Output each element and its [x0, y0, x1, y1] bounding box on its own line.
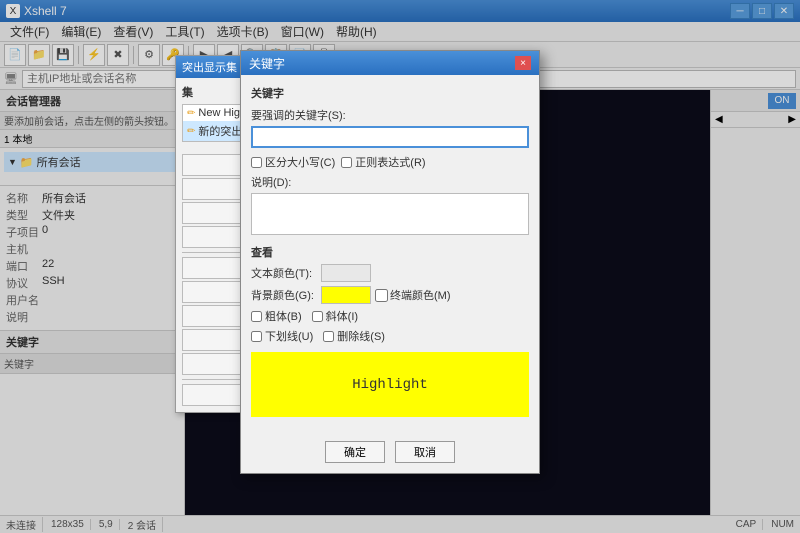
desc-field-label: 说明(D):: [251, 174, 529, 190]
underline-label: 下划线(U): [251, 328, 313, 344]
keyword-field-label: 要强调的关键字(S):: [251, 107, 529, 123]
gradient-label: 终端颜色(M): [375, 287, 451, 303]
text-color-row: 文本颜色(T):: [251, 264, 529, 282]
strikethrough-checkbox[interactable]: [323, 331, 334, 342]
look-section: 查看 文本颜色(T): 背景颜色(G): 终端颜色(M) 粗体(B): [251, 244, 529, 344]
highlight-icon-1: ✏: [187, 108, 195, 119]
dialog-titlebar: 关键字 ×: [241, 51, 539, 75]
checkbox-regex-label: 正则表达式(R): [341, 154, 425, 170]
dialog-ok-button[interactable]: 确定: [325, 441, 385, 463]
style-row-2: 下划线(U) 删除线(S): [251, 328, 529, 344]
strikethrough-label: 删除线(S): [323, 328, 385, 344]
bg-color-row: 背景颜色(G): 终端颜色(M): [251, 286, 529, 304]
style-row-1: 粗体(B) 斜体(I): [251, 308, 529, 324]
bold-checkbox[interactable]: [251, 311, 262, 322]
dialog-close-button[interactable]: ×: [515, 56, 531, 70]
italic-checkbox[interactable]: [312, 311, 323, 322]
bold-label: 粗体(B): [251, 308, 302, 324]
italic-label: 斜体(I): [312, 308, 358, 324]
text-color-box[interactable]: [321, 264, 371, 282]
dialog-footer: 确定 取消: [241, 435, 539, 473]
underline-checkbox[interactable]: [251, 331, 262, 342]
preview-text: Highlight: [352, 377, 428, 393]
look-title: 查看: [251, 244, 529, 260]
dialog-body: 关键字 要强调的关键字(S): 区分大小写(C) 正则表达式(R) 说明(D):…: [241, 75, 539, 435]
bg-color-box[interactable]: [321, 286, 371, 304]
dialog-title-text: 关键字: [249, 55, 285, 72]
keyword-dialog: 关键字 × 关键字 要强调的关键字(S): 区分大小写(C) 正则表达式(R) …: [240, 50, 540, 474]
checkbox-regex[interactable]: [341, 157, 352, 168]
text-color-label: 文本颜色(T):: [251, 265, 321, 281]
gradient-checkbox[interactable]: [375, 289, 388, 302]
highlight-icon-2: ✏: [187, 126, 195, 137]
checkbox-case-label: 区分大小写(C): [251, 154, 335, 170]
dialog-cancel-button[interactable]: 取消: [395, 441, 455, 463]
dialog-section-keyword: 关键字: [251, 85, 529, 101]
checkbox-row-1: 区分大小写(C) 正则表达式(R): [251, 154, 529, 170]
bg-color-label: 背景颜色(G):: [251, 287, 321, 303]
preview-box: Highlight: [251, 352, 529, 417]
keyword-input[interactable]: [251, 126, 529, 148]
checkbox-case[interactable]: [251, 157, 262, 168]
desc-textarea[interactable]: [251, 193, 529, 235]
